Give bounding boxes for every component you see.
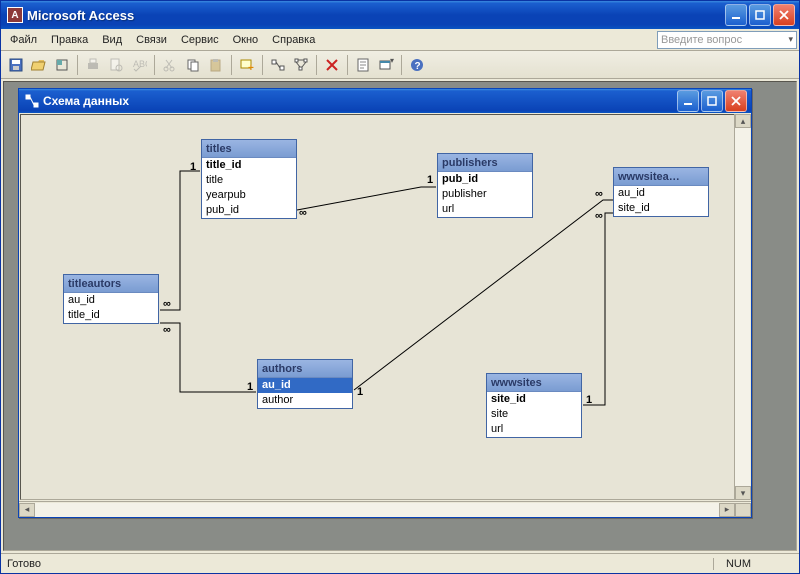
table-field[interactable]: au_id xyxy=(64,293,158,308)
svg-text:+: + xyxy=(248,63,254,73)
table-header[interactable]: titles xyxy=(202,140,296,158)
table-header[interactable]: wwwsitea… xyxy=(614,168,708,186)
titlebar[interactable]: A Microsoft Access xyxy=(1,1,799,29)
scroll-track[interactable] xyxy=(35,503,719,517)
spelling-icon: ABC xyxy=(128,54,150,76)
svg-text:∞: ∞ xyxy=(595,188,603,200)
paste-icon xyxy=(205,54,227,76)
table-wwwsites[interactable]: wwwsites site_id site url xyxy=(486,373,582,438)
menu-window[interactable]: Окно xyxy=(226,32,266,48)
table-titleautors[interactable]: titleautors au_id title_id xyxy=(63,274,159,324)
scrollbar-horizontal[interactable]: ◂ ▸ xyxy=(19,501,751,517)
svg-text:∞: ∞ xyxy=(163,324,171,336)
svg-text:∞: ∞ xyxy=(595,210,603,222)
new-object-icon[interactable]: ▾ xyxy=(375,54,397,76)
svg-text:1: 1 xyxy=(247,381,253,393)
table-header[interactable]: wwwsites xyxy=(487,374,581,392)
print-area-icon[interactable] xyxy=(51,54,73,76)
table-wwwsitea[interactable]: wwwsitea… au_id site_id xyxy=(613,167,709,217)
mdi-area: Схема данных ∞ 1 ∞ 1 xyxy=(3,81,797,551)
menu-view[interactable]: Вид xyxy=(95,32,129,48)
svg-text:1: 1 xyxy=(586,394,592,406)
toolbar: ABC + ▾ ? xyxy=(1,51,799,79)
scroll-track[interactable] xyxy=(735,128,750,486)
rel-minimize-button[interactable] xyxy=(677,90,699,112)
table-header[interactable]: authors xyxy=(258,360,352,378)
scroll-down-icon[interactable]: ▾ xyxy=(735,486,751,500)
help-icon[interactable]: ? xyxy=(406,54,428,76)
menu-edit[interactable]: Правка xyxy=(44,32,95,48)
maximize-button[interactable] xyxy=(749,4,771,26)
rel-titlebar[interactable]: Схема данных xyxy=(19,89,751,113)
table-publishers[interactable]: publishers pub_id publisher url xyxy=(437,153,533,218)
table-titles[interactable]: titles title_id title yearpub pub_id xyxy=(201,139,297,219)
table-field[interactable]: url xyxy=(438,202,532,217)
properties-icon[interactable] xyxy=(352,54,374,76)
minimize-button[interactable] xyxy=(725,4,747,26)
table-authors[interactable]: authors au_id author xyxy=(257,359,353,409)
svg-text:?: ? xyxy=(415,61,421,72)
delete-icon[interactable] xyxy=(321,54,343,76)
relationship-icon xyxy=(25,94,39,108)
status-num: NUM xyxy=(713,558,763,570)
table-field[interactable]: title_id xyxy=(202,158,296,173)
menu-service[interactable]: Сервис xyxy=(174,32,226,48)
svg-text:1: 1 xyxy=(357,386,363,398)
app-title: Microsoft Access xyxy=(27,8,725,23)
show-direct-icon[interactable] xyxy=(267,54,289,76)
copy-icon[interactable] xyxy=(182,54,204,76)
scroll-left-icon[interactable]: ◂ xyxy=(19,503,35,517)
print-preview-icon xyxy=(105,54,127,76)
table-field[interactable]: publisher xyxy=(438,187,532,202)
table-field[interactable]: site_id xyxy=(487,392,581,407)
rel-window-title: Схема данных xyxy=(43,94,677,108)
table-field[interactable]: au_id xyxy=(614,186,708,201)
svg-text:▾: ▾ xyxy=(390,57,394,65)
rel-canvas[interactable]: ∞ 1 ∞ 1 ∞ 1 ∞ 1 ∞ 1 xyxy=(20,114,750,500)
show-all-icon[interactable] xyxy=(290,54,312,76)
rel-maximize-button[interactable] xyxy=(701,90,723,112)
table-field[interactable]: title xyxy=(202,173,296,188)
statusbar: Готово NUM xyxy=(1,553,799,573)
menubar: Файл Правка Вид Связи Сервис Окно Справк… xyxy=(1,29,799,51)
table-field[interactable]: au_id xyxy=(258,378,352,393)
table-field[interactable]: author xyxy=(258,393,352,408)
table-field[interactable]: pub_id xyxy=(202,203,296,218)
table-field[interactable]: site xyxy=(487,407,581,422)
access-icon: A xyxy=(7,7,23,23)
table-field[interactable]: yearpub xyxy=(202,188,296,203)
table-header[interactable]: titleautors xyxy=(64,275,158,293)
table-field[interactable]: pub_id xyxy=(438,172,532,187)
svg-text:1: 1 xyxy=(427,174,433,186)
svg-text:∞: ∞ xyxy=(163,298,171,310)
rel-close-button[interactable] xyxy=(725,90,747,112)
relationship-window[interactable]: Схема данных ∞ 1 ∞ 1 xyxy=(18,88,752,518)
help-question-placeholder: Введите вопрос xyxy=(661,34,742,46)
menu-file[interactable]: Файл xyxy=(3,32,44,48)
open-icon[interactable] xyxy=(28,54,50,76)
scrollbar-vertical[interactable]: ▴ ▾ xyxy=(734,114,750,500)
scroll-corner xyxy=(735,503,751,517)
scroll-right-icon[interactable]: ▸ xyxy=(719,503,735,517)
menu-help[interactable]: Справка xyxy=(265,32,322,48)
save-icon[interactable] xyxy=(5,54,27,76)
svg-text:1: 1 xyxy=(190,161,196,173)
table-field[interactable]: url xyxy=(487,422,581,437)
menu-relations[interactable]: Связи xyxy=(129,32,174,48)
close-button[interactable] xyxy=(773,4,795,26)
help-question-input[interactable]: Введите вопрос ▾ xyxy=(657,31,797,49)
cut-icon xyxy=(159,54,181,76)
table-field[interactable]: site_id xyxy=(614,201,708,216)
table-header[interactable]: publishers xyxy=(438,154,532,172)
table-field[interactable]: title_id xyxy=(64,308,158,323)
print-icon xyxy=(82,54,104,76)
status-ready: Готово xyxy=(7,558,41,570)
add-table-icon[interactable]: + xyxy=(236,54,258,76)
dropdown-arrow-icon: ▾ xyxy=(788,34,793,45)
svg-text:∞: ∞ xyxy=(299,207,307,219)
main-window: A Microsoft Access Файл Правка Вид Связи… xyxy=(0,0,800,574)
scroll-up-icon[interactable]: ▴ xyxy=(735,114,751,128)
